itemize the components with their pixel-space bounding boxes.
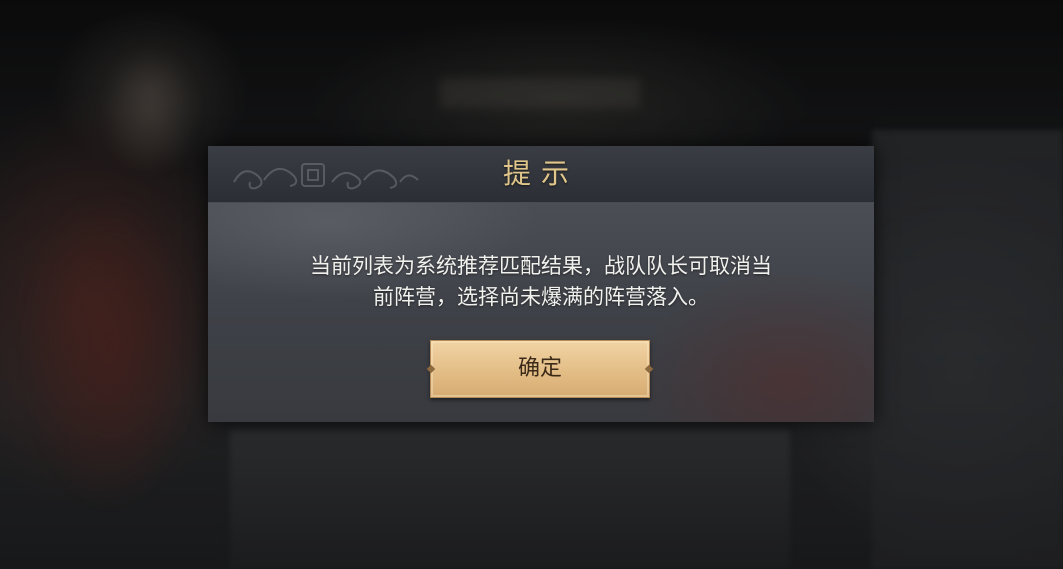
game-screen: 提示 当前列表为系统推荐匹配结果，战队队长可取消当 前阵营，选择尚未爆满的阵营落… (0, 0, 1063, 569)
dialog-title: 提示 (502, 157, 579, 190)
hint-dialog: 提示 当前列表为系统推荐匹配结果，战队队长可取消当 前阵营，选择尚未爆满的阵营落… (208, 146, 874, 422)
confirm-button-label: 确定 (517, 356, 562, 381)
dialog-header: 提示 (208, 146, 874, 203)
confirm-button[interactable]: 确定 (426, 340, 654, 398)
dialog-message: 当前列表为系统推荐匹配结果，战队队长可取消当 前阵营，选择尚未爆满的阵营落入。 (310, 254, 772, 309)
